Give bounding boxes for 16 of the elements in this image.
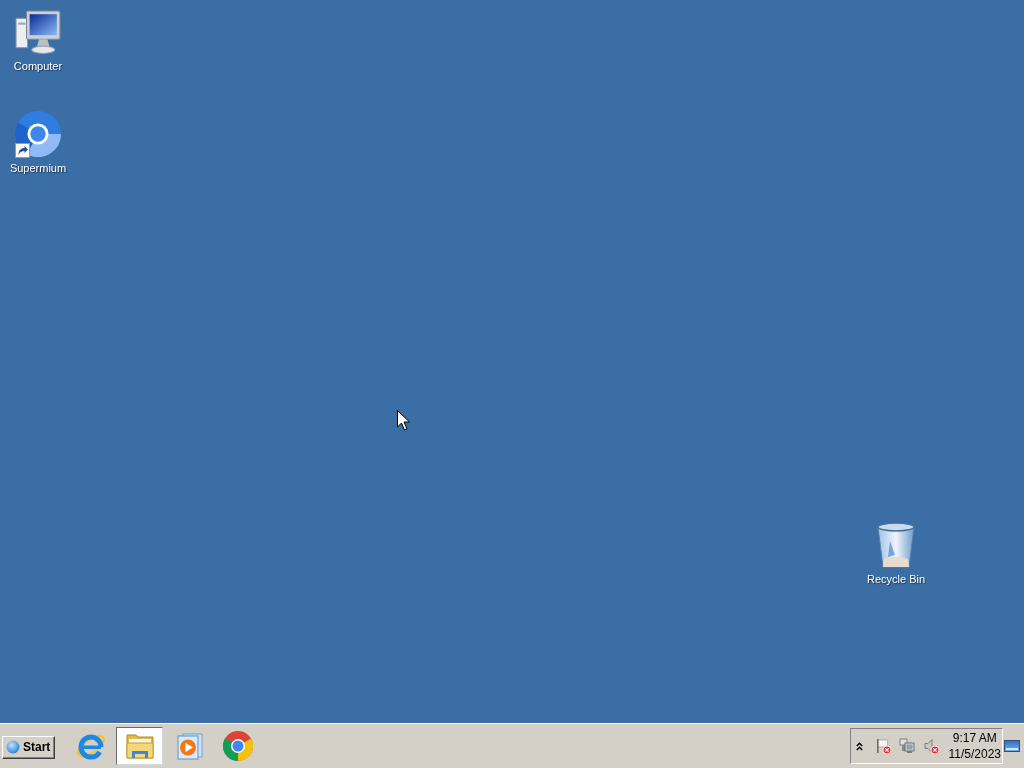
speaker-icon[interactable] xyxy=(922,738,939,754)
computer-icon[interactable] xyxy=(15,9,61,55)
network-icon[interactable] xyxy=(898,738,915,754)
browser-logo-icon xyxy=(221,730,254,762)
chevron-up-icon[interactable] xyxy=(855,741,863,751)
mouse-pointer-icon xyxy=(397,410,410,431)
clock-time[interactable]: 9:17 AM xyxy=(952,730,997,746)
desktop-icon-label[interactable]: Computer xyxy=(13,60,63,73)
flag-icon[interactable] xyxy=(874,738,891,754)
clock-date[interactable]: 11/5/2023 xyxy=(948,746,1001,762)
desktop-icon-label[interactable]: Supermium xyxy=(9,162,67,175)
taskbar-button[interactable] xyxy=(116,727,164,765)
orb-icon xyxy=(6,740,20,754)
desktop-icon-label[interactable]: Recycle Bin xyxy=(866,573,926,586)
start-button[interactable]: Start xyxy=(2,735,56,759)
screen-icon[interactable] xyxy=(1004,740,1020,752)
